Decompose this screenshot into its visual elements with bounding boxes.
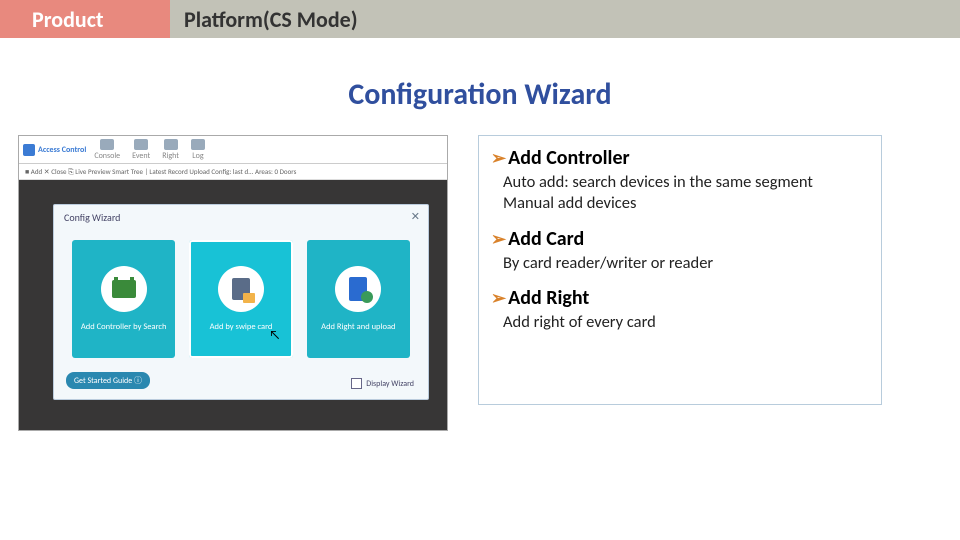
card-add-controller-label: Add Controller by Search <box>81 322 167 332</box>
tb-event[interactable]: Event <box>132 139 150 161</box>
body-add-right: Add right of every card <box>491 310 869 337</box>
card-add-swipe-label: Add by swipe card <box>210 322 273 332</box>
event-icon <box>134 139 148 150</box>
tb-right[interactable]: Right <box>162 139 179 161</box>
heading-add-card: ➢Add Card <box>491 227 869 251</box>
swipe-circle <box>218 266 264 312</box>
app-icon <box>23 144 35 156</box>
display-wizard-checkbox[interactable]: Display Wizard <box>351 378 414 389</box>
wizard-title: Config Wizard <box>54 205 428 230</box>
tb-console[interactable]: Console <box>94 139 120 161</box>
sub-toolbar: ■ Add ✕ Close ⎘ Live Preview Smart Tree … <box>19 164 447 180</box>
tb-event-label: Event <box>132 151 150 161</box>
header-bar: Product Platform(CS Mode) <box>0 0 960 38</box>
screenshot-panel: Access Control Console Event Right Log ■… <box>18 135 448 431</box>
log-icon <box>191 139 205 150</box>
info-panel: ➢Add Controller Auto add: search devices… <box>478 135 882 405</box>
heading-add-controller: ➢Add Controller <box>491 146 869 170</box>
right-icon <box>164 139 178 150</box>
cursor-icon: ↖ <box>269 328 280 343</box>
heading-add-right: ➢Add Right <box>491 286 869 310</box>
app-name-text: Access Control <box>38 145 86 155</box>
controller-circle <box>101 266 147 312</box>
heading-add-controller-text: Add Controller <box>508 146 630 170</box>
content-row: Access Control Console Event Right Log ■… <box>0 135 960 431</box>
chip-icon <box>112 280 136 298</box>
card-add-controller[interactable]: Add Controller by Search <box>72 240 175 358</box>
get-started-guide-button[interactable]: Get Started Guide ⓘ <box>66 372 150 389</box>
card-add-right[interactable]: Add Right and upload <box>307 240 410 358</box>
app-name: Access Control <box>23 144 86 156</box>
heading-add-card-text: Add Card <box>508 227 584 251</box>
page-title: Configuration Wizard <box>0 76 960 113</box>
config-wizard-dialog: Config Wizard ✕ Add Controller by Search… <box>53 204 429 400</box>
arrow-icon: ➢ <box>491 147 506 169</box>
wizard-cards: Add Controller by Search Add by swipe ca… <box>54 230 428 368</box>
header-platform: Platform(CS Mode) <box>170 0 960 38</box>
arrow-icon: ➢ <box>491 287 506 309</box>
toolbar-group: Console Event Right Log <box>94 139 205 161</box>
close-icon[interactable]: ✕ <box>411 210 420 223</box>
body-add-card: By card reader/writer or reader <box>491 251 869 278</box>
arrow-icon: ➢ <box>491 228 506 250</box>
tb-right-label: Right <box>162 151 179 161</box>
card-folder-icon <box>232 278 250 300</box>
right-circle <box>335 266 381 312</box>
doc-add-icon <box>349 277 367 301</box>
console-icon <box>100 139 114 150</box>
app-toolbar: Access Control Console Event Right Log <box>19 136 447 164</box>
card-add-right-label: Add Right and upload <box>321 322 395 332</box>
tb-log[interactable]: Log <box>191 139 205 161</box>
heading-add-right-text: Add Right <box>508 286 589 310</box>
body-add-controller: Auto add: search devices in the same seg… <box>491 170 869 219</box>
tb-console-label: Console <box>94 151 120 161</box>
header-product: Product <box>0 0 170 38</box>
tb-log-label: Log <box>192 151 203 161</box>
